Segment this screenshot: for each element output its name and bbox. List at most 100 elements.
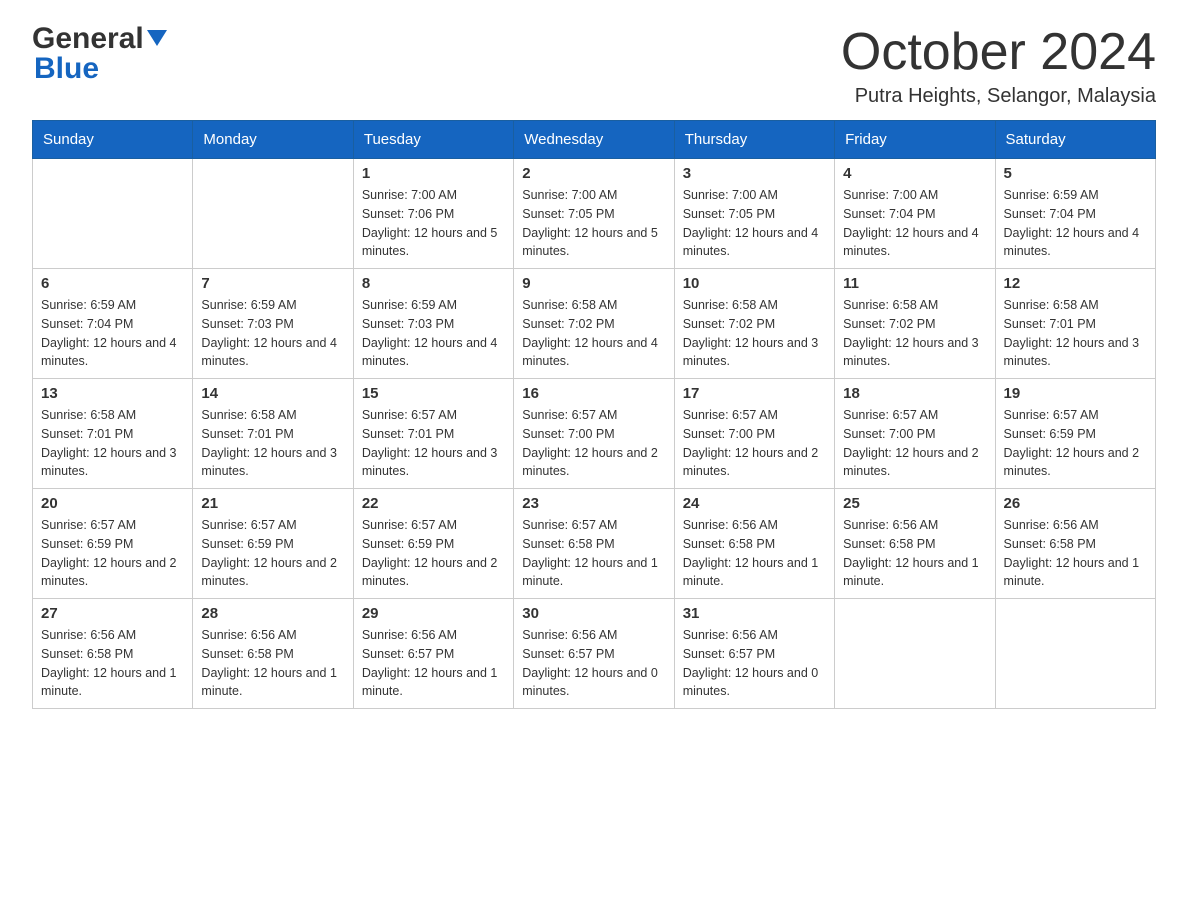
calendar-day-header: Thursday bbox=[674, 121, 834, 159]
day-number: 5 bbox=[1004, 165, 1147, 182]
calendar-day-header: Monday bbox=[193, 121, 353, 159]
day-info: Sunrise: 6:57 AMSunset: 7:01 PMDaylight:… bbox=[362, 406, 505, 481]
day-info: Sunrise: 6:59 AMSunset: 7:03 PMDaylight:… bbox=[362, 296, 505, 371]
day-number: 4 bbox=[843, 165, 986, 182]
calendar-cell: 3 Sunrise: 7:00 AMSunset: 7:05 PMDaylight… bbox=[674, 159, 834, 269]
day-number: 24 bbox=[683, 495, 826, 512]
day-info: Sunrise: 6:57 AMSunset: 6:59 PMDaylight:… bbox=[362, 516, 505, 591]
calendar-cell: 5 Sunrise: 6:59 AMSunset: 7:04 PMDaylight… bbox=[995, 159, 1155, 269]
calendar-cell: 9Sunrise: 6:58 AMSunset: 7:02 PMDaylight… bbox=[514, 269, 674, 379]
calendar-cell: 7 Sunrise: 6:59 AMSunset: 7:03 PMDaylight… bbox=[193, 269, 353, 379]
calendar-cell: 31 Sunrise: 6:56 AMSunset: 6:57 PMDayligh… bbox=[674, 599, 834, 709]
day-number: 17 bbox=[683, 385, 826, 402]
day-number: 8 bbox=[362, 275, 505, 292]
calendar-cell: 13 Sunrise: 6:58 AMSunset: 7:01 PMDayligh… bbox=[33, 379, 193, 489]
location-title: Putra Heights, Selangor, Malaysia bbox=[841, 85, 1156, 108]
day-info: Sunrise: 7:00 AMSunset: 7:04 PMDaylight:… bbox=[843, 186, 986, 261]
logo: General Blue bbox=[32, 24, 170, 84]
day-number: 2 bbox=[522, 165, 665, 182]
calendar-cell: 19Sunrise: 6:57 AMSunset: 6:59 PMDayligh… bbox=[995, 379, 1155, 489]
day-info: Sunrise: 6:57 AMSunset: 7:00 PMDaylight:… bbox=[683, 406, 826, 481]
calendar-cell: 24 Sunrise: 6:56 AMSunset: 6:58 PMDayligh… bbox=[674, 489, 834, 599]
day-info: Sunrise: 6:56 AMSunset: 6:57 PMDaylight:… bbox=[683, 626, 826, 701]
day-number: 14 bbox=[201, 385, 344, 402]
calendar-cell: 18 Sunrise: 6:57 AMSunset: 7:00 PMDayligh… bbox=[835, 379, 995, 489]
day-number: 21 bbox=[201, 495, 344, 512]
calendar-cell bbox=[995, 599, 1155, 709]
day-info: Sunrise: 7:00 AMSunset: 7:05 PMDaylight:… bbox=[522, 186, 665, 261]
day-number: 12 bbox=[1004, 275, 1147, 292]
calendar-cell: 28 Sunrise: 6:56 AMSunset: 6:58 PMDayligh… bbox=[193, 599, 353, 709]
day-info: Sunrise: 6:56 AMSunset: 6:57 PMDaylight:… bbox=[362, 626, 505, 701]
calendar-day-header: Tuesday bbox=[353, 121, 513, 159]
day-info: Sunrise: 7:00 AMSunset: 7:05 PMDaylight:… bbox=[683, 186, 826, 261]
calendar-cell: 20 Sunrise: 6:57 AMSunset: 6:59 PMDayligh… bbox=[33, 489, 193, 599]
calendar-cell: 21 Sunrise: 6:57 AMSunset: 6:59 PMDayligh… bbox=[193, 489, 353, 599]
calendar-cell bbox=[835, 599, 995, 709]
calendar-week-row: 13 Sunrise: 6:58 AMSunset: 7:01 PMDayligh… bbox=[33, 379, 1156, 489]
day-number: 13 bbox=[41, 385, 184, 402]
day-number: 1 bbox=[362, 165, 505, 182]
day-number: 3 bbox=[683, 165, 826, 182]
month-title: October 2024 bbox=[841, 24, 1156, 81]
page-header: General Blue October 2024 Putra Heights,… bbox=[32, 24, 1156, 108]
day-number: 15 bbox=[362, 385, 505, 402]
calendar-week-row: 27 Sunrise: 6:56 AMSunset: 6:58 PMDayligh… bbox=[33, 599, 1156, 709]
day-info: Sunrise: 6:58 AMSunset: 7:01 PMDaylight:… bbox=[1004, 296, 1147, 371]
calendar-day-header: Friday bbox=[835, 121, 995, 159]
day-info: Sunrise: 6:57 AMSunset: 6:59 PMDaylight:… bbox=[201, 516, 344, 591]
day-info: Sunrise: 6:58 AMSunset: 7:02 PMDaylight:… bbox=[843, 296, 986, 371]
day-info: Sunrise: 6:56 AMSunset: 6:58 PMDaylight:… bbox=[41, 626, 184, 701]
calendar-cell bbox=[33, 159, 193, 269]
day-number: 31 bbox=[683, 605, 826, 622]
calendar-week-row: 6Sunrise: 6:59 AMSunset: 7:04 PMDaylight… bbox=[33, 269, 1156, 379]
day-number: 18 bbox=[843, 385, 986, 402]
day-info: Sunrise: 6:59 AMSunset: 7:03 PMDaylight:… bbox=[201, 296, 344, 371]
day-number: 30 bbox=[522, 605, 665, 622]
calendar-cell: 1 Sunrise: 7:00 AMSunset: 7:06 PMDaylight… bbox=[353, 159, 513, 269]
day-info: Sunrise: 6:57 AMSunset: 7:00 PMDaylight:… bbox=[522, 406, 665, 481]
day-number: 27 bbox=[41, 605, 184, 622]
calendar-cell: 27 Sunrise: 6:56 AMSunset: 6:58 PMDayligh… bbox=[33, 599, 193, 709]
day-info: Sunrise: 6:58 AMSunset: 7:01 PMDaylight:… bbox=[41, 406, 184, 481]
day-number: 22 bbox=[362, 495, 505, 512]
calendar-day-header: Saturday bbox=[995, 121, 1155, 159]
day-info: Sunrise: 6:57 AMSunset: 7:00 PMDaylight:… bbox=[843, 406, 986, 481]
day-info: Sunrise: 6:56 AMSunset: 6:58 PMDaylight:… bbox=[843, 516, 986, 591]
calendar-cell: 10Sunrise: 6:58 AMSunset: 7:02 PMDayligh… bbox=[674, 269, 834, 379]
calendar-week-row: 20 Sunrise: 6:57 AMSunset: 6:59 PMDayligh… bbox=[33, 489, 1156, 599]
day-info: Sunrise: 6:56 AMSunset: 6:58 PMDaylight:… bbox=[1004, 516, 1147, 591]
calendar-day-header: Sunday bbox=[33, 121, 193, 159]
day-number: 7 bbox=[201, 275, 344, 292]
day-number: 10 bbox=[683, 275, 826, 292]
day-info: Sunrise: 6:57 AMSunset: 6:58 PMDaylight:… bbox=[522, 516, 665, 591]
calendar-cell: 2 Sunrise: 7:00 AMSunset: 7:05 PMDaylight… bbox=[514, 159, 674, 269]
day-number: 29 bbox=[362, 605, 505, 622]
day-info: Sunrise: 6:59 AMSunset: 7:04 PMDaylight:… bbox=[1004, 186, 1147, 261]
calendar-cell: 11 Sunrise: 6:58 AMSunset: 7:02 PMDayligh… bbox=[835, 269, 995, 379]
calendar-cell: 25 Sunrise: 6:56 AMSunset: 6:58 PMDayligh… bbox=[835, 489, 995, 599]
day-number: 23 bbox=[522, 495, 665, 512]
calendar-cell: 8 Sunrise: 6:59 AMSunset: 7:03 PMDaylight… bbox=[353, 269, 513, 379]
day-number: 11 bbox=[843, 275, 986, 292]
day-info: Sunrise: 6:56 AMSunset: 6:58 PMDaylight:… bbox=[683, 516, 826, 591]
day-info: Sunrise: 6:57 AMSunset: 6:59 PMDaylight:… bbox=[41, 516, 184, 591]
calendar-table: SundayMondayTuesdayWednesdayThursdayFrid… bbox=[32, 120, 1156, 709]
calendar-cell: 22 Sunrise: 6:57 AMSunset: 6:59 PMDayligh… bbox=[353, 489, 513, 599]
day-number: 20 bbox=[41, 495, 184, 512]
day-number: 9 bbox=[522, 275, 665, 292]
calendar-cell: 16Sunrise: 6:57 AMSunset: 7:00 PMDayligh… bbox=[514, 379, 674, 489]
calendar-week-row: 1 Sunrise: 7:00 AMSunset: 7:06 PMDaylight… bbox=[33, 159, 1156, 269]
day-number: 25 bbox=[843, 495, 986, 512]
calendar-cell: 23 Sunrise: 6:57 AMSunset: 6:58 PMDayligh… bbox=[514, 489, 674, 599]
calendar-header-row: SundayMondayTuesdayWednesdayThursdayFrid… bbox=[33, 121, 1156, 159]
day-info: Sunrise: 6:57 AMSunset: 6:59 PMDaylight:… bbox=[1004, 406, 1147, 481]
calendar-cell: 17 Sunrise: 6:57 AMSunset: 7:00 PMDayligh… bbox=[674, 379, 834, 489]
day-info: Sunrise: 7:00 AMSunset: 7:06 PMDaylight:… bbox=[362, 186, 505, 261]
logo-general-text: General bbox=[32, 24, 144, 54]
calendar-cell: 6Sunrise: 6:59 AMSunset: 7:04 PMDaylight… bbox=[33, 269, 193, 379]
day-info: Sunrise: 6:56 AMSunset: 6:58 PMDaylight:… bbox=[201, 626, 344, 701]
day-info: Sunrise: 6:58 AMSunset: 7:01 PMDaylight:… bbox=[201, 406, 344, 481]
logo-triangle-icon bbox=[147, 30, 167, 46]
day-number: 28 bbox=[201, 605, 344, 622]
